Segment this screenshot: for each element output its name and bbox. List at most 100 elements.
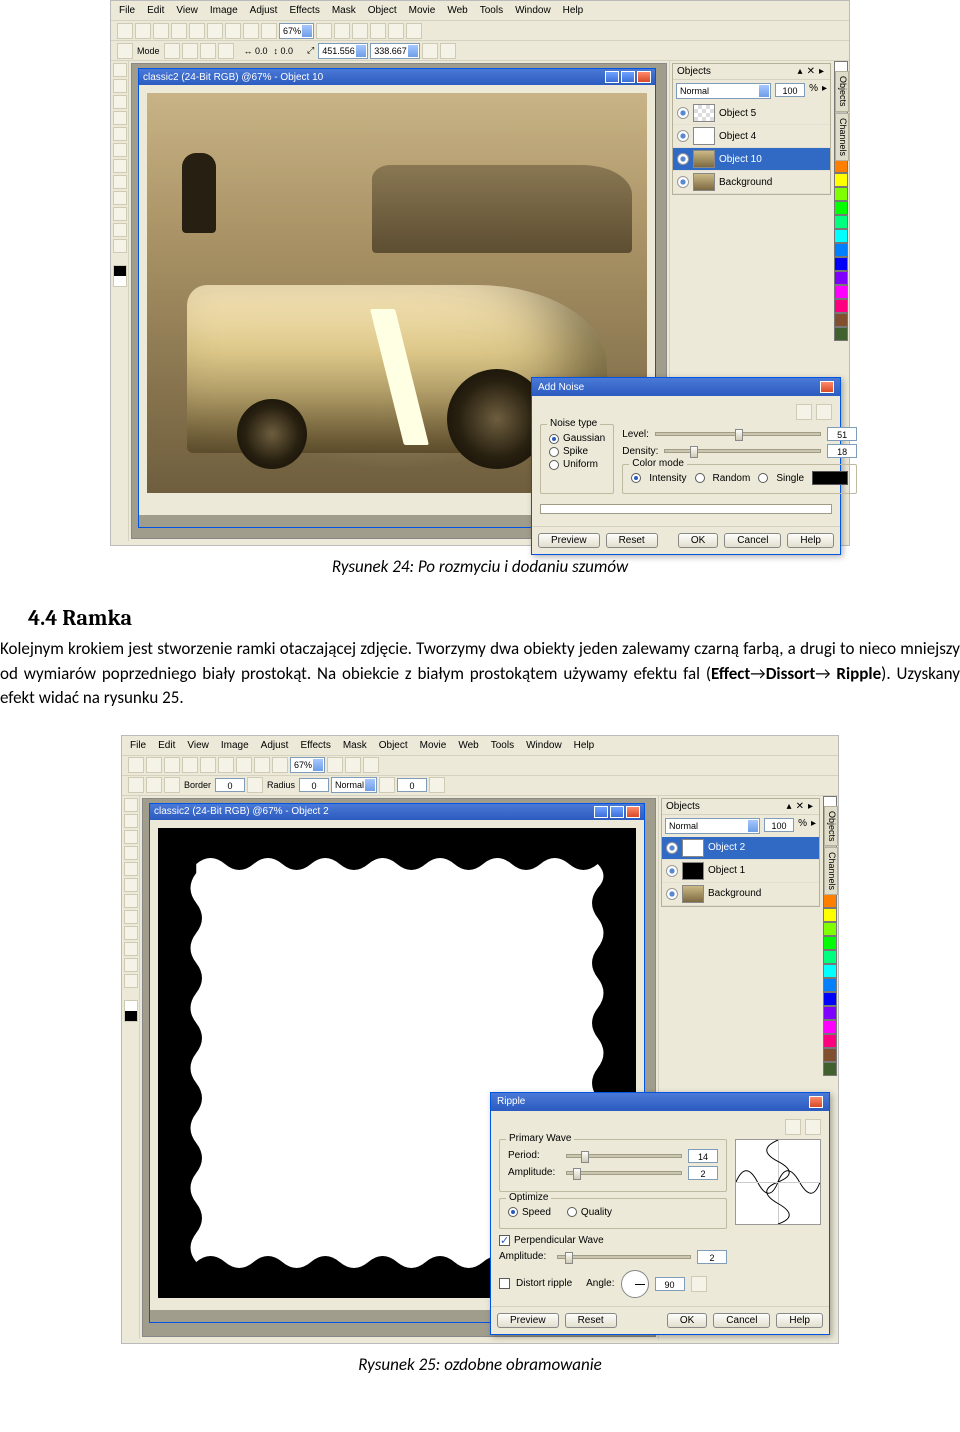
tb-misc1-icon[interactable]: [327, 757, 343, 773]
tb-save-icon[interactable]: [153, 23, 169, 39]
tb-lock-icon[interactable]: [422, 43, 438, 59]
swatch[interactable]: [834, 173, 848, 187]
tb-rect-icon[interactable]: [128, 777, 144, 793]
swatch[interactable]: [823, 1034, 837, 1048]
tb-pick-icon[interactable]: [117, 43, 133, 59]
dlg-singleview-icon[interactable]: [785, 1119, 801, 1135]
layer-row[interactable]: Object 1: [662, 860, 819, 883]
tb-print-icon[interactable]: [182, 757, 198, 773]
density-field[interactable]: 18: [827, 444, 857, 458]
swatch[interactable]: [834, 271, 848, 285]
menu-window[interactable]: Window: [526, 740, 562, 751]
tool-fgbg-icon[interactable]: [124, 1000, 138, 1022]
panel-left-icon[interactable]: ▴: [796, 66, 805, 77]
amplitude-slider[interactable]: [566, 1171, 682, 1175]
menu-view[interactable]: View: [187, 740, 209, 751]
swatch[interactable]: [823, 1020, 837, 1034]
extra-num[interactable]: 0: [397, 778, 427, 792]
visibility-icon[interactable]: [677, 176, 689, 188]
border-field[interactable]: 0: [215, 778, 245, 792]
blend-combo[interactable]: Normal: [665, 818, 760, 834]
radio-speed[interactable]: [508, 1207, 518, 1217]
angle-field[interactable]: 90: [655, 1277, 685, 1291]
swatch[interactable]: [823, 1048, 837, 1062]
visibility-icon[interactable]: [666, 842, 678, 854]
panel-close-icon[interactable]: ✕: [794, 801, 806, 812]
menu-help[interactable]: Help: [574, 740, 595, 751]
opacity-field[interactable]: 100: [764, 818, 794, 832]
ok-button[interactable]: OK: [667, 1313, 707, 1328]
distort-ripple-checkbox[interactable]: [499, 1278, 510, 1289]
help-button[interactable]: Help: [787, 533, 834, 548]
tool-mask-icon[interactable]: [124, 814, 138, 828]
menu-movie[interactable]: Movie: [409, 5, 436, 16]
tool-clone-icon[interactable]: [124, 958, 138, 972]
panel-menu-icon[interactable]: ▸: [817, 66, 826, 77]
tb-new-icon[interactable]: [128, 757, 144, 773]
tool-eraser-icon[interactable]: [113, 143, 127, 157]
menu-image[interactable]: Image: [221, 740, 249, 751]
tool-brush-icon[interactable]: [124, 926, 138, 940]
dlg-dualview-icon[interactable]: [805, 1119, 821, 1135]
tb-misc3-icon[interactable]: [352, 23, 368, 39]
tool-fgbg-icon[interactable]: [113, 265, 127, 287]
visibility-icon[interactable]: [677, 107, 689, 119]
swatch[interactable]: [834, 313, 848, 327]
tb-mode3-icon[interactable]: [200, 43, 216, 59]
tb-cut-icon[interactable]: [189, 23, 205, 39]
visibility-icon[interactable]: [666, 865, 678, 877]
tb-open-icon[interactable]: [146, 757, 162, 773]
layer-row[interactable]: Object 2: [662, 837, 819, 860]
tb-paste-icon[interactable]: [225, 23, 241, 39]
tool-brush-icon[interactable]: [113, 191, 127, 205]
tb-undo-icon[interactable]: [243, 23, 259, 39]
tb-outline-icon[interactable]: [164, 777, 180, 793]
swatch[interactable]: [823, 992, 837, 1006]
opacity-field[interactable]: 100: [775, 83, 805, 97]
angle-dial[interactable]: [621, 1270, 649, 1298]
swatch[interactable]: [834, 159, 848, 173]
tb-mode2-icon[interactable]: [182, 43, 198, 59]
panel-left-icon[interactable]: ▴: [785, 801, 794, 812]
preview-button[interactable]: Preview: [538, 533, 600, 548]
window-min-icon[interactable]: [594, 806, 608, 818]
radio-single[interactable]: [758, 473, 768, 483]
tb-misc1-icon[interactable]: [316, 23, 332, 39]
blend-combo[interactable]: Normal: [676, 83, 771, 99]
swatch[interactable]: [834, 215, 848, 229]
tool-pick-icon[interactable]: [124, 798, 138, 812]
tool-zoom-icon[interactable]: [113, 111, 127, 125]
menu-image[interactable]: Image: [210, 5, 238, 16]
panel-close-icon[interactable]: ✕: [805, 66, 817, 77]
tool-text-icon[interactable]: [124, 894, 138, 908]
docker-tab-objects[interactable]: Objects: [824, 806, 838, 847]
tb-misc2-icon[interactable]: [345, 757, 361, 773]
radio-intensity[interactable]: [631, 473, 641, 483]
visibility-icon[interactable]: [666, 888, 678, 900]
swatch[interactable]: [823, 950, 837, 964]
tb-save-icon[interactable]: [164, 757, 180, 773]
tool-eyedrop-icon[interactable]: [113, 127, 127, 141]
swatch[interactable]: [823, 908, 837, 922]
layer-row[interactable]: Background: [673, 171, 830, 194]
angle-lock-icon[interactable]: [691, 1276, 707, 1292]
menu-tools[interactable]: Tools: [491, 740, 514, 751]
tool-fx-icon[interactable]: [124, 942, 138, 956]
menu-help[interactable]: Help: [563, 5, 584, 16]
swatch[interactable]: [834, 327, 848, 341]
layer-row[interactable]: Object 4: [673, 125, 830, 148]
zoom-combo[interactable]: 67%: [290, 757, 325, 773]
period-slider[interactable]: [566, 1154, 682, 1158]
period-field[interactable]: 14: [688, 1149, 718, 1163]
window-close-icon[interactable]: [626, 806, 640, 818]
dlg-dualview-icon[interactable]: [816, 404, 832, 420]
perpendicular-checkbox[interactable]: [499, 1235, 510, 1246]
radio-quality[interactable]: [567, 1207, 577, 1217]
menu-mask[interactable]: Mask: [343, 740, 367, 751]
tool-fx-icon[interactable]: [113, 207, 127, 221]
tb-copy-icon[interactable]: [218, 757, 234, 773]
tb-redo-icon[interactable]: [272, 757, 288, 773]
tb-undo-icon[interactable]: [254, 757, 270, 773]
reset-button[interactable]: Reset: [606, 533, 658, 548]
swatch[interactable]: [823, 922, 837, 936]
